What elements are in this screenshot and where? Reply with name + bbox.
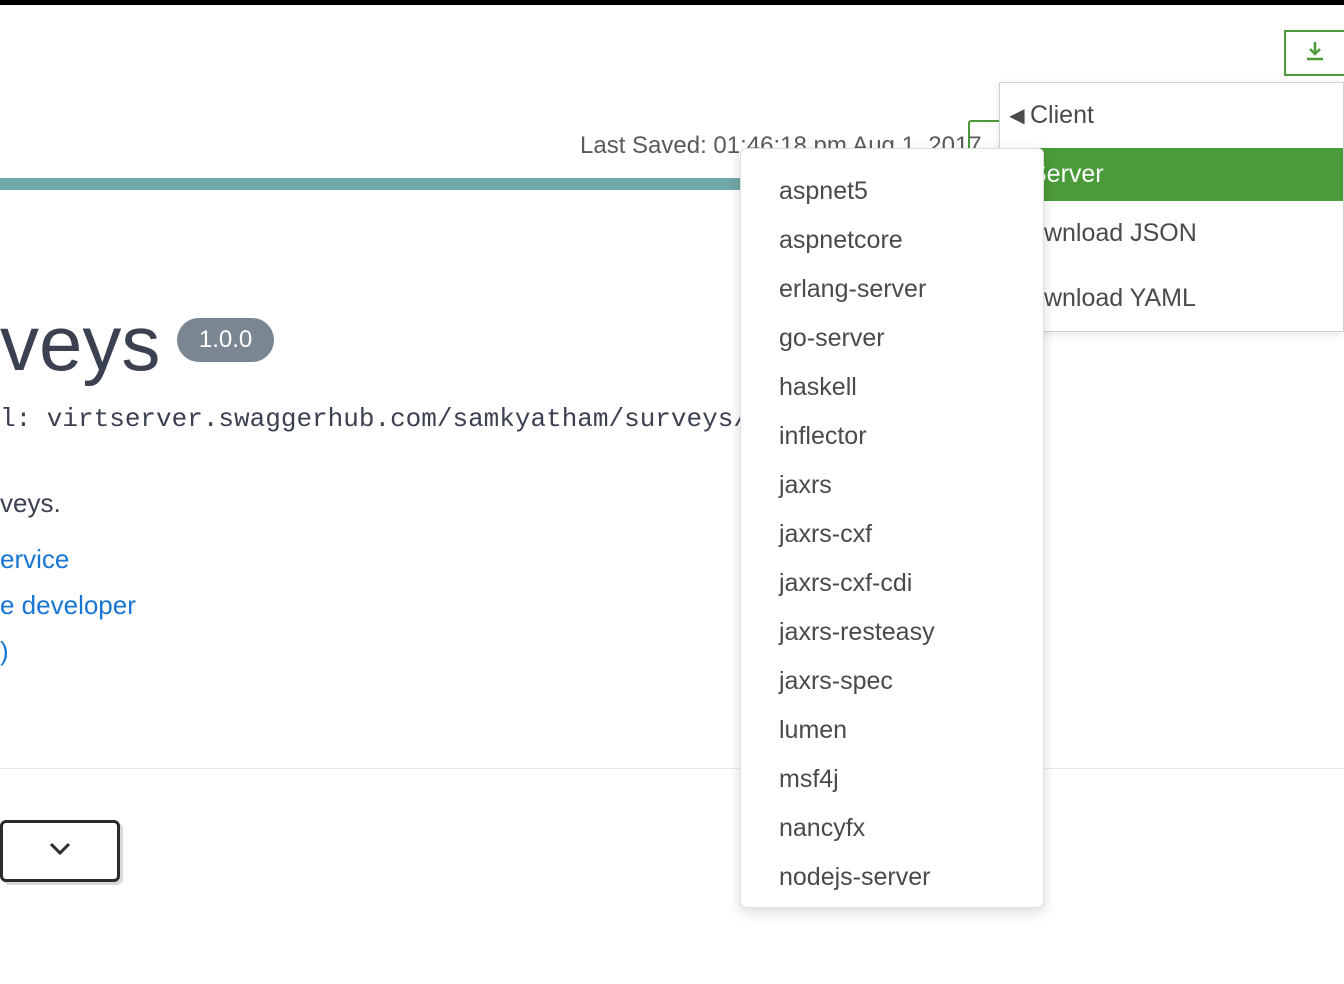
download-icon (1303, 39, 1327, 68)
server-option[interactable]: nodejs-server (741, 853, 1043, 902)
server-submenu: aspnet5 aspnetcore erlang-server go-serv… (740, 148, 1044, 908)
link-license[interactable]: ) (0, 636, 9, 667)
server-option[interactable]: aspnetcore (741, 216, 1043, 265)
version-badge: 1.0.0 (177, 318, 274, 362)
server-option[interactable]: lumen (741, 706, 1043, 755)
chevron-down-icon (49, 842, 71, 861)
base-url: l: virtserver.swaggerhub.com/samkyatham/… (0, 404, 843, 434)
menu-item-download-json[interactable]: Download JSON (1000, 201, 1343, 266)
menu-item-download-yaml[interactable]: Download YAML (1000, 266, 1343, 331)
api-title: veys (0, 298, 160, 389)
menu-item-server[interactable]: ◀ Server (1000, 148, 1343, 201)
server-option[interactable]: jaxrs-spec (741, 657, 1043, 706)
server-option[interactable]: inflector (741, 412, 1043, 461)
server-option[interactable]: python-flask (741, 902, 1043, 908)
scheme-select[interactable] (0, 820, 120, 882)
download-button[interactable] (1284, 30, 1344, 76)
api-title-area: veys 1.0.0 (0, 298, 274, 389)
server-option[interactable]: msf4j (741, 755, 1043, 804)
section-divider (0, 768, 1344, 769)
server-option[interactable]: go-server (741, 314, 1043, 363)
link-contact[interactable]: e developer (0, 590, 136, 621)
menu-item-client[interactable]: ◀ Client (1000, 83, 1343, 148)
server-option[interactable]: jaxrs (741, 461, 1043, 510)
menu-item-label: Client (1030, 101, 1094, 130)
top-border (0, 0, 1344, 5)
server-option[interactable]: nancyfx (741, 804, 1043, 853)
download-menu: ◀ Client ◀ Server Download JSON Download… (999, 82, 1344, 332)
api-description: veys. (0, 488, 61, 519)
server-option[interactable]: jaxrs-cxf-cdi (741, 559, 1043, 608)
server-option[interactable]: jaxrs-resteasy (741, 608, 1043, 657)
link-terms[interactable]: ervice (0, 544, 69, 575)
caret-left-icon: ◀ (1008, 103, 1026, 128)
server-option[interactable]: erlang-server (741, 265, 1043, 314)
server-option[interactable]: jaxrs-cxf (741, 510, 1043, 559)
server-option[interactable]: aspnet5 (741, 167, 1043, 216)
server-option[interactable]: haskell (741, 363, 1043, 412)
